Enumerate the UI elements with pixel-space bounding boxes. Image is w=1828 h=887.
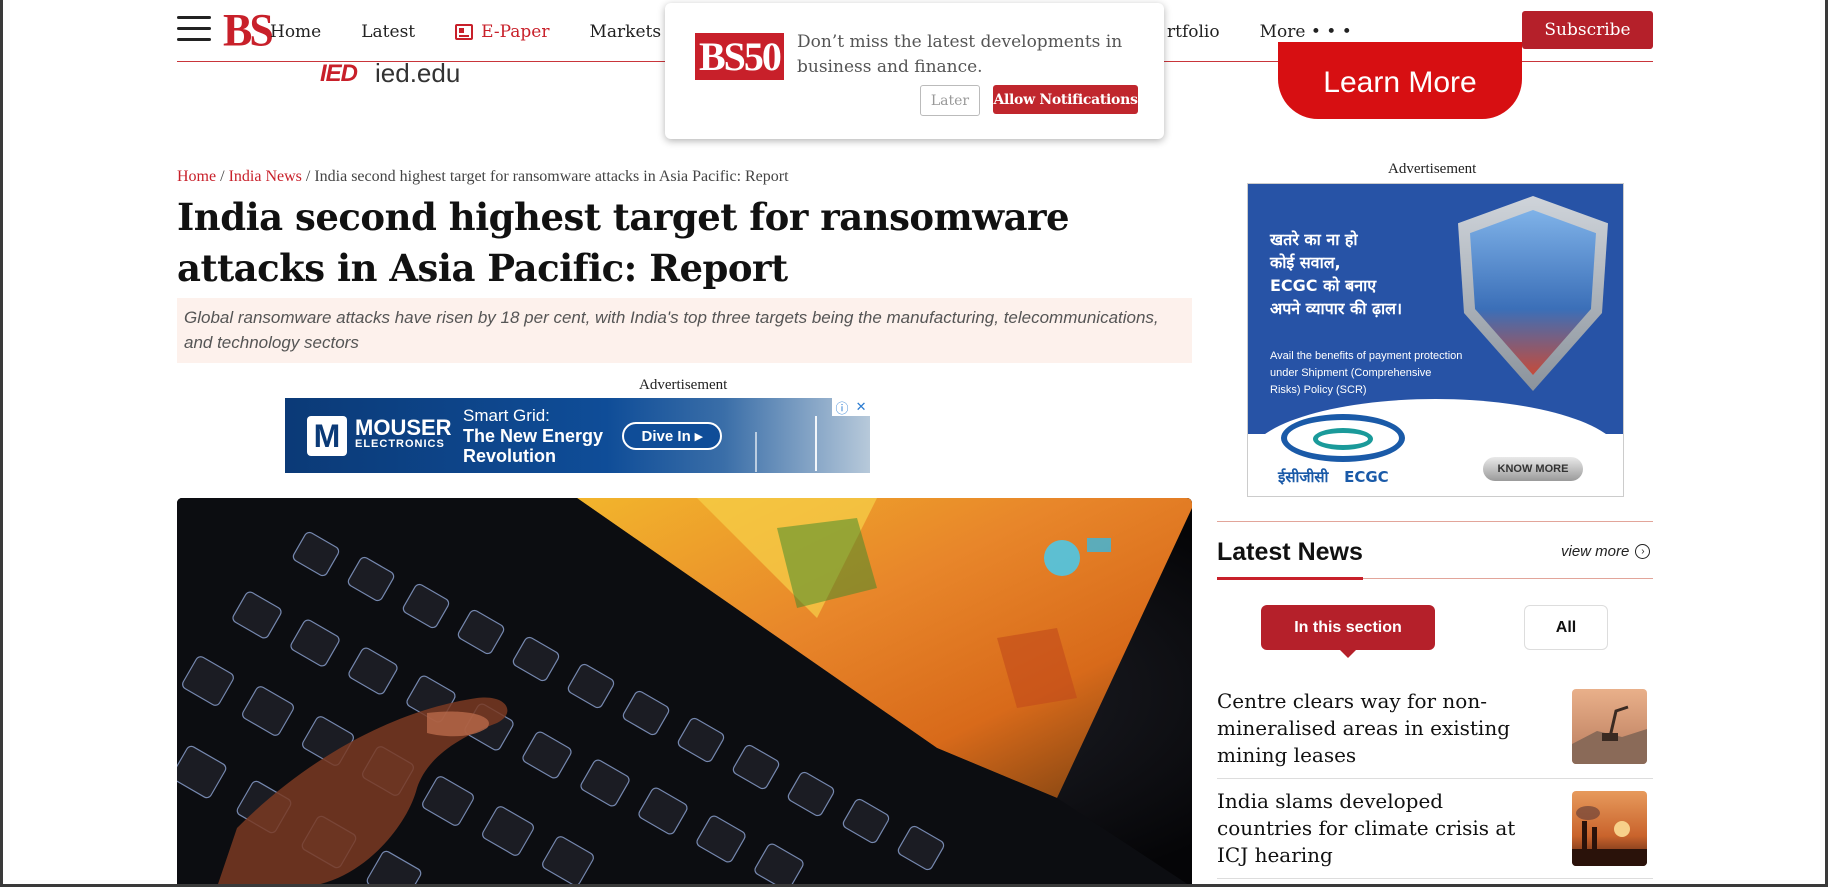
- nav-more[interactable]: More • • •: [1260, 22, 1352, 42]
- ecgc-logo-inner: [1313, 428, 1373, 450]
- news-list-item[interactable]: Centre clears way for non-mineralised ar…: [1217, 680, 1653, 779]
- nav-portfolio[interactable]: rtfolio: [1167, 22, 1220, 42]
- nav-home[interactable]: Home: [270, 22, 321, 42]
- tab-pointer: [1339, 649, 1357, 658]
- ecgc-ad[interactable]: खतरे का ना हो कोई सवाल, ECGC को बनाए अपन…: [1247, 183, 1624, 497]
- ad-info-icon[interactable]: ⓘ: [836, 398, 849, 417]
- mouser-headline: Smart Grid: The New Energy Revolution: [463, 406, 604, 466]
- turbine-graphic: [755, 432, 757, 472]
- news-thumbnail-climate[interactable]: [1572, 791, 1647, 866]
- ecgc-hindi-headline: खतरे का ना हो कोई सवाल, ECGC को बनाए अपन…: [1270, 230, 1403, 318]
- news-list-item[interactable]: India slams developed countries for clim…: [1217, 778, 1653, 879]
- ied-url: ied.edu: [375, 58, 461, 88]
- mouser-brand: MOUSER ELECTRONICS: [355, 415, 452, 451]
- turbine-graphic: [815, 416, 817, 471]
- nav-epaper[interactable]: E-Paper: [455, 22, 549, 42]
- nav-markets[interactable]: Markets: [589, 22, 661, 42]
- nav-right: rtfolio More • • •: [1167, 22, 1392, 42]
- ied-ad[interactable]: IED ied.edu: [320, 58, 460, 89]
- notification-prompt: BS50 Don’t miss the latest developments …: [665, 3, 1164, 139]
- arrow-right-circle-icon: ›: [1635, 544, 1651, 559]
- breadcrumb-home[interactable]: Home: [177, 168, 216, 185]
- laptop-keyboard-illustration: [177, 498, 1192, 887]
- ad-label: Advertisement: [639, 377, 728, 393]
- hamburger-menu-icon[interactable]: [177, 16, 211, 44]
- article-summary: Global ransomware attacks have risen by …: [177, 298, 1192, 363]
- ad-controls: ⓘ ✕: [832, 398, 870, 417]
- article-headline: India second highest target for ransomwa…: [177, 195, 1070, 290]
- tab-all[interactable]: All: [1524, 605, 1608, 650]
- bs50-logo: BS50: [695, 33, 784, 80]
- ecgc-small-text: Avail the benefits of payment protection…: [1270, 350, 1463, 396]
- breadcrumb-current: India second highest target for ransomwa…: [314, 168, 789, 185]
- know-more-button[interactable]: KNOW MORE: [1483, 457, 1583, 481]
- later-button[interactable]: Later: [920, 85, 980, 116]
- tab-in-this-section[interactable]: In this section: [1261, 605, 1435, 650]
- nav-latest[interactable]: Latest: [361, 22, 415, 42]
- divider: [1217, 521, 1653, 522]
- breadcrumb: Home / India News / India second highest…: [177, 168, 789, 185]
- mouser-logo-icon: M: [307, 416, 347, 456]
- latest-news-title: Latest News: [1217, 538, 1363, 566]
- site-logo[interactable]: BS: [223, 4, 274, 58]
- allow-notifications-button[interactable]: Allow Notifications: [993, 85, 1138, 114]
- article-hero-image: [177, 498, 1192, 887]
- ecgc-name: ईसीजीसी ECGC: [1278, 468, 1389, 486]
- subscribe-button[interactable]: Subscribe: [1522, 11, 1653, 49]
- learn-more-button[interactable]: Learn More: [1278, 42, 1522, 119]
- ad-close-icon[interactable]: ✕: [856, 400, 867, 415]
- ied-logo: IED: [320, 59, 358, 87]
- mouser-ad[interactable]: M MOUSER ELECTRONICS Smart Grid: The New …: [285, 398, 870, 473]
- notification-message: Don’t miss the latest developments in bu…: [797, 32, 1123, 77]
- news-item-title[interactable]: India slams developed countries for clim…: [1217, 788, 1517, 869]
- view-more-link[interactable]: view more ›: [1561, 543, 1651, 560]
- news-item-title[interactable]: Centre clears way for non-mineralised ar…: [1217, 688, 1517, 769]
- main-nav: Home Latest E-Paper Markets: [270, 22, 701, 42]
- dive-in-button[interactable]: Dive In ▸: [622, 422, 722, 450]
- title-underline: [1217, 577, 1363, 580]
- nav-epaper-label: E-Paper: [481, 22, 550, 42]
- news-thumbnail-mining[interactable]: [1572, 689, 1647, 764]
- newspaper-icon: [455, 24, 474, 40]
- breadcrumb-section[interactable]: India News: [229, 168, 302, 185]
- ad-label: Advertisement: [1388, 161, 1477, 177]
